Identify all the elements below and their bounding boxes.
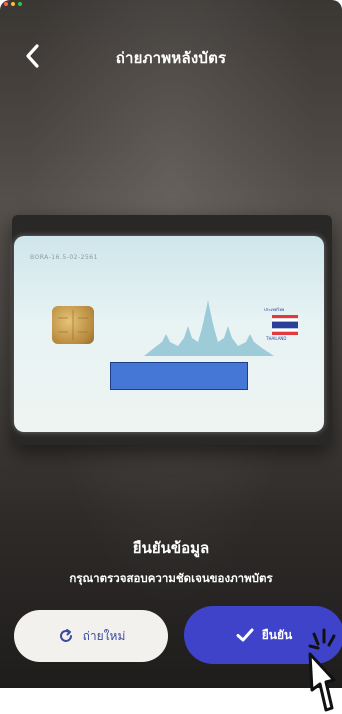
window-dot-red <box>4 2 8 6</box>
confirm-subtitle: กรุณาตรวจสอบความชัดเจนของภาพบัตร <box>69 571 273 585</box>
retake-button[interactable]: ถ่ายใหม่ <box>14 610 168 662</box>
window-controls <box>4 2 22 6</box>
page-title: ถ่ายภาพหลังบัตร <box>115 49 227 67</box>
hand-pointer-icon <box>308 628 336 712</box>
temple-graphic <box>144 300 274 356</box>
camera-screen: ถ่ายภาพหลังบัตร BORA-16.5-02-2561 ประเทศ… <box>0 0 342 688</box>
header: ถ่ายภาพหลังบัตร <box>0 36 342 76</box>
chip-contacts <box>58 310 88 340</box>
id-card-preview: BORA-16.5-02-2561 ประเทศไทย THAILAND <box>14 236 324 432</box>
refresh-icon <box>59 629 72 642</box>
window-dot-green <box>18 2 22 6</box>
retake-label: ถ่ายใหม่ <box>82 628 126 643</box>
confirm-label: ยืนยัน <box>261 627 293 642</box>
redaction-box <box>110 362 248 390</box>
card-id-text: BORA-16.5-02-2561 <box>30 254 98 261</box>
flag-label-thai: ประเทศไทย <box>264 307 285 312</box>
flag-label-thailand: THAILAND <box>266 336 287 341</box>
thai-flag-icon <box>272 315 298 335</box>
window-dot-yellow <box>11 2 15 6</box>
confirm-title: ยืนยันข้อมูล <box>132 539 210 557</box>
checkmark-icon <box>236 628 254 642</box>
